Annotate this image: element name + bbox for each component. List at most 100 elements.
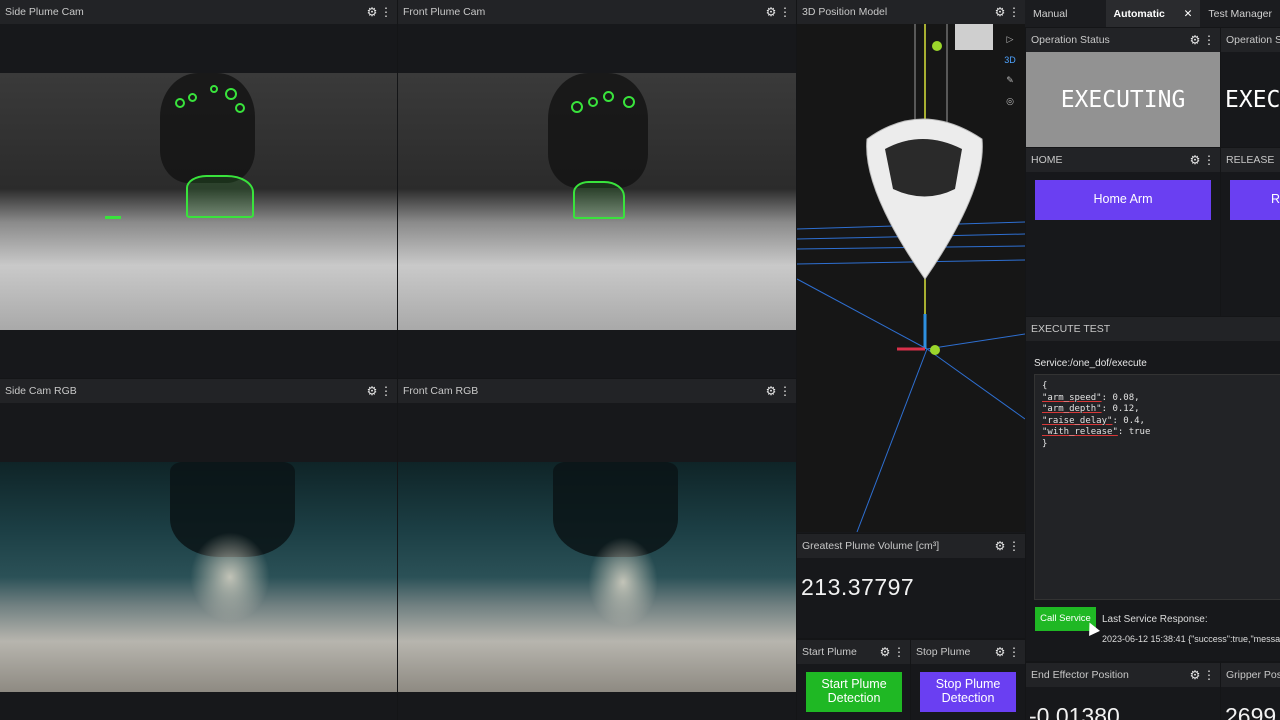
layout-tabs: Manual Automatic ✕ Test Manager <box>1025 0 1280 27</box>
service-line: Service:/one_dof/execute <box>1034 358 1147 369</box>
status-value: EXEC <box>1225 86 1280 113</box>
start-plume-panel: Start Plume ⚙ ⋮ Start Plume Detection <box>797 640 910 720</box>
panel-title: Operation Stat <box>1226 34 1280 46</box>
gear-icon[interactable]: ⚙ <box>878 645 892 659</box>
3d-view-icon[interactable]: 3D <box>1004 55 1016 65</box>
status-display: EXEC <box>1221 52 1280 147</box>
more-icon[interactable]: ⋮ <box>1202 153 1216 167</box>
request-editor[interactable]: {"arm_speed": 0.08, "arm_depth": 0.12, "ra… <box>1034 374 1280 600</box>
panel-header: Side Cam RGB ⚙ ⋮ <box>0 379 397 403</box>
panel-header: RELEASE <box>1221 148 1280 172</box>
panel-header: EXECUTE TEST <box>1026 317 1280 341</box>
more-icon[interactable]: ⋮ <box>892 645 906 659</box>
gear-icon[interactable]: ⚙ <box>993 645 1007 659</box>
json-key: "with_release" <box>1042 427 1118 437</box>
panel-title: Front Cam RGB <box>403 385 479 397</box>
more-icon[interactable]: ⋮ <box>1202 33 1216 47</box>
end-effector-panel: End Effector Position ⚙ ⋮ -0.01380 <box>1026 663 1220 720</box>
gripper-value: 2699 <box>1225 703 1277 720</box>
home-panel: HOME ⚙ ⋮ Home Arm <box>1026 148 1220 316</box>
panel-title: Stop Plume <box>916 646 971 658</box>
gear-icon[interactable]: ⚙ <box>1188 668 1202 682</box>
plume-volume-value: 213.37797 <box>801 574 915 600</box>
panel-title: Operation Status <box>1031 34 1110 46</box>
panel-header: Greatest Plume Volume [cm³] ⚙ ⋮ <box>797 534 1025 558</box>
side-rgb-image <box>0 462 397 692</box>
json-value: : 0.4, <box>1112 415 1145 426</box>
start-plume-detection-button[interactable]: Start Plume Detection <box>806 672 902 712</box>
json-key: "arm_speed" <box>1042 392 1102 403</box>
more-icon[interactable]: ⋮ <box>778 384 792 398</box>
release-panel: RELEASE R <box>1221 148 1280 316</box>
3d-viewport[interactable]: ▷ 3D ✎ ◎ <box>797 24 1025 532</box>
panel-header: 3D Position Model ⚙ ⋮ <box>797 0 1025 24</box>
panel-title: 3D Position Model <box>802 6 888 18</box>
json-close: } <box>1042 438 1048 449</box>
gear-icon[interactable]: ⚙ <box>993 539 1007 553</box>
panel-header: Operation Stat <box>1221 28 1280 52</box>
gear-icon[interactable]: ⚙ <box>764 384 778 398</box>
panel-header: Gripper Positi <box>1221 663 1280 687</box>
more-icon[interactable]: ⋮ <box>1007 5 1021 19</box>
json-value: : 0.08, <box>1101 392 1140 403</box>
gear-icon[interactable]: ⚙ <box>1188 153 1202 167</box>
stop-plume-panel: Stop Plume ⚙ ⋮ Stop Plume Detection <box>911 640 1025 720</box>
gripper-position-panel: Gripper Positi 2699 <box>1221 663 1280 720</box>
json-value: : 0.12, <box>1101 404 1140 414</box>
panel-header: Front Plume Cam ⚙ ⋮ <box>398 0 796 24</box>
home-arm-button[interactable]: Home Arm <box>1035 180 1211 220</box>
front-plume-cam-panel: Front Plume Cam ⚙ ⋮ <box>398 0 796 378</box>
more-icon[interactable]: ⋮ <box>379 384 393 398</box>
panel-header: Front Cam RGB ⚙ ⋮ <box>398 379 796 403</box>
target-icon[interactable]: ◎ <box>1006 96 1014 107</box>
panel-header: HOME ⚙ ⋮ <box>1026 148 1220 172</box>
last-response-label: Last Service Response: <box>1102 614 1208 625</box>
cursor-icon[interactable]: ▷ <box>1007 34 1014 45</box>
panel-header: Stop Plume ⚙ ⋮ <box>911 640 1025 664</box>
front-rgb-image <box>398 462 796 692</box>
panel-title: End Effector Position <box>1031 669 1129 681</box>
gear-icon[interactable]: ⚙ <box>365 5 379 19</box>
more-icon[interactable]: ⋮ <box>1202 668 1216 682</box>
end-effector-value: -0.01380 <box>1029 703 1120 720</box>
stop-plume-detection-button[interactable]: Stop Plume Detection <box>920 672 1016 712</box>
panel-title: EXECUTE TEST <box>1031 323 1111 335</box>
panel-title: Front Plume Cam <box>403 6 486 18</box>
panel-header: Operation Status ⚙ ⋮ <box>1026 28 1220 52</box>
side-cam-rgb-panel: Side Cam RGB ⚙ ⋮ <box>0 379 397 720</box>
service-label: Service: <box>1034 358 1071 369</box>
more-icon[interactable]: ⋮ <box>778 5 792 19</box>
gear-icon[interactable]: ⚙ <box>1188 33 1202 47</box>
release-arm-button[interactable]: R <box>1230 180 1280 220</box>
json-line: "arm_depth": 0.12, <box>1042 404 1280 416</box>
gear-icon[interactable]: ⚙ <box>764 5 778 19</box>
front-plume-image <box>398 73 796 330</box>
close-icon[interactable]: ✕ <box>1184 8 1193 27</box>
ruler-icon[interactable]: ✎ <box>1006 75 1014 86</box>
panel-title: Side Cam RGB <box>5 385 77 397</box>
panel-title: Gripper Positi <box>1226 669 1280 681</box>
json-value: : true <box>1117 427 1151 437</box>
tab-automatic[interactable]: Automatic ✕ <box>1105 0 1201 27</box>
status-value: EXECUTING <box>1060 86 1186 113</box>
panel-header: Start Plume ⚙ ⋮ <box>797 640 910 664</box>
tab-test-manager[interactable]: Test Manager <box>1200 0 1280 27</box>
viz-toolbar: ▷ 3D ✎ ◎ <box>1001 34 1019 107</box>
side-plume-cam-panel: Side Plume Cam ⚙ ⋮ <box>0 0 397 378</box>
json-open: { <box>1042 381 1048 391</box>
tab-manual[interactable]: Manual <box>1025 0 1106 27</box>
gear-icon[interactable]: ⚙ <box>365 384 379 398</box>
json-key: "raise_delay" <box>1042 415 1113 426</box>
front-cam-rgb-panel: Front Cam RGB ⚙ ⋮ <box>398 379 796 720</box>
operation-status-panel-2: Operation Stat EXEC <box>1221 28 1280 147</box>
more-icon[interactable]: ⋮ <box>1007 539 1021 553</box>
last-response-value: 2023-06-12 15:38:41 {"success":true,"mes… <box>1102 634 1280 644</box>
panel-title: HOME <box>1031 154 1063 166</box>
gear-icon[interactable]: ⚙ <box>993 5 1007 19</box>
more-icon[interactable]: ⋮ <box>1007 645 1021 659</box>
status-display: EXECUTING <box>1026 52 1220 147</box>
panel-title: RELEASE <box>1226 154 1275 166</box>
more-icon[interactable]: ⋮ <box>379 5 393 19</box>
operation-status-panel: Operation Status ⚙ ⋮ EXECUTING <box>1026 28 1220 147</box>
json-key: "arm_depth" <box>1042 404 1102 414</box>
